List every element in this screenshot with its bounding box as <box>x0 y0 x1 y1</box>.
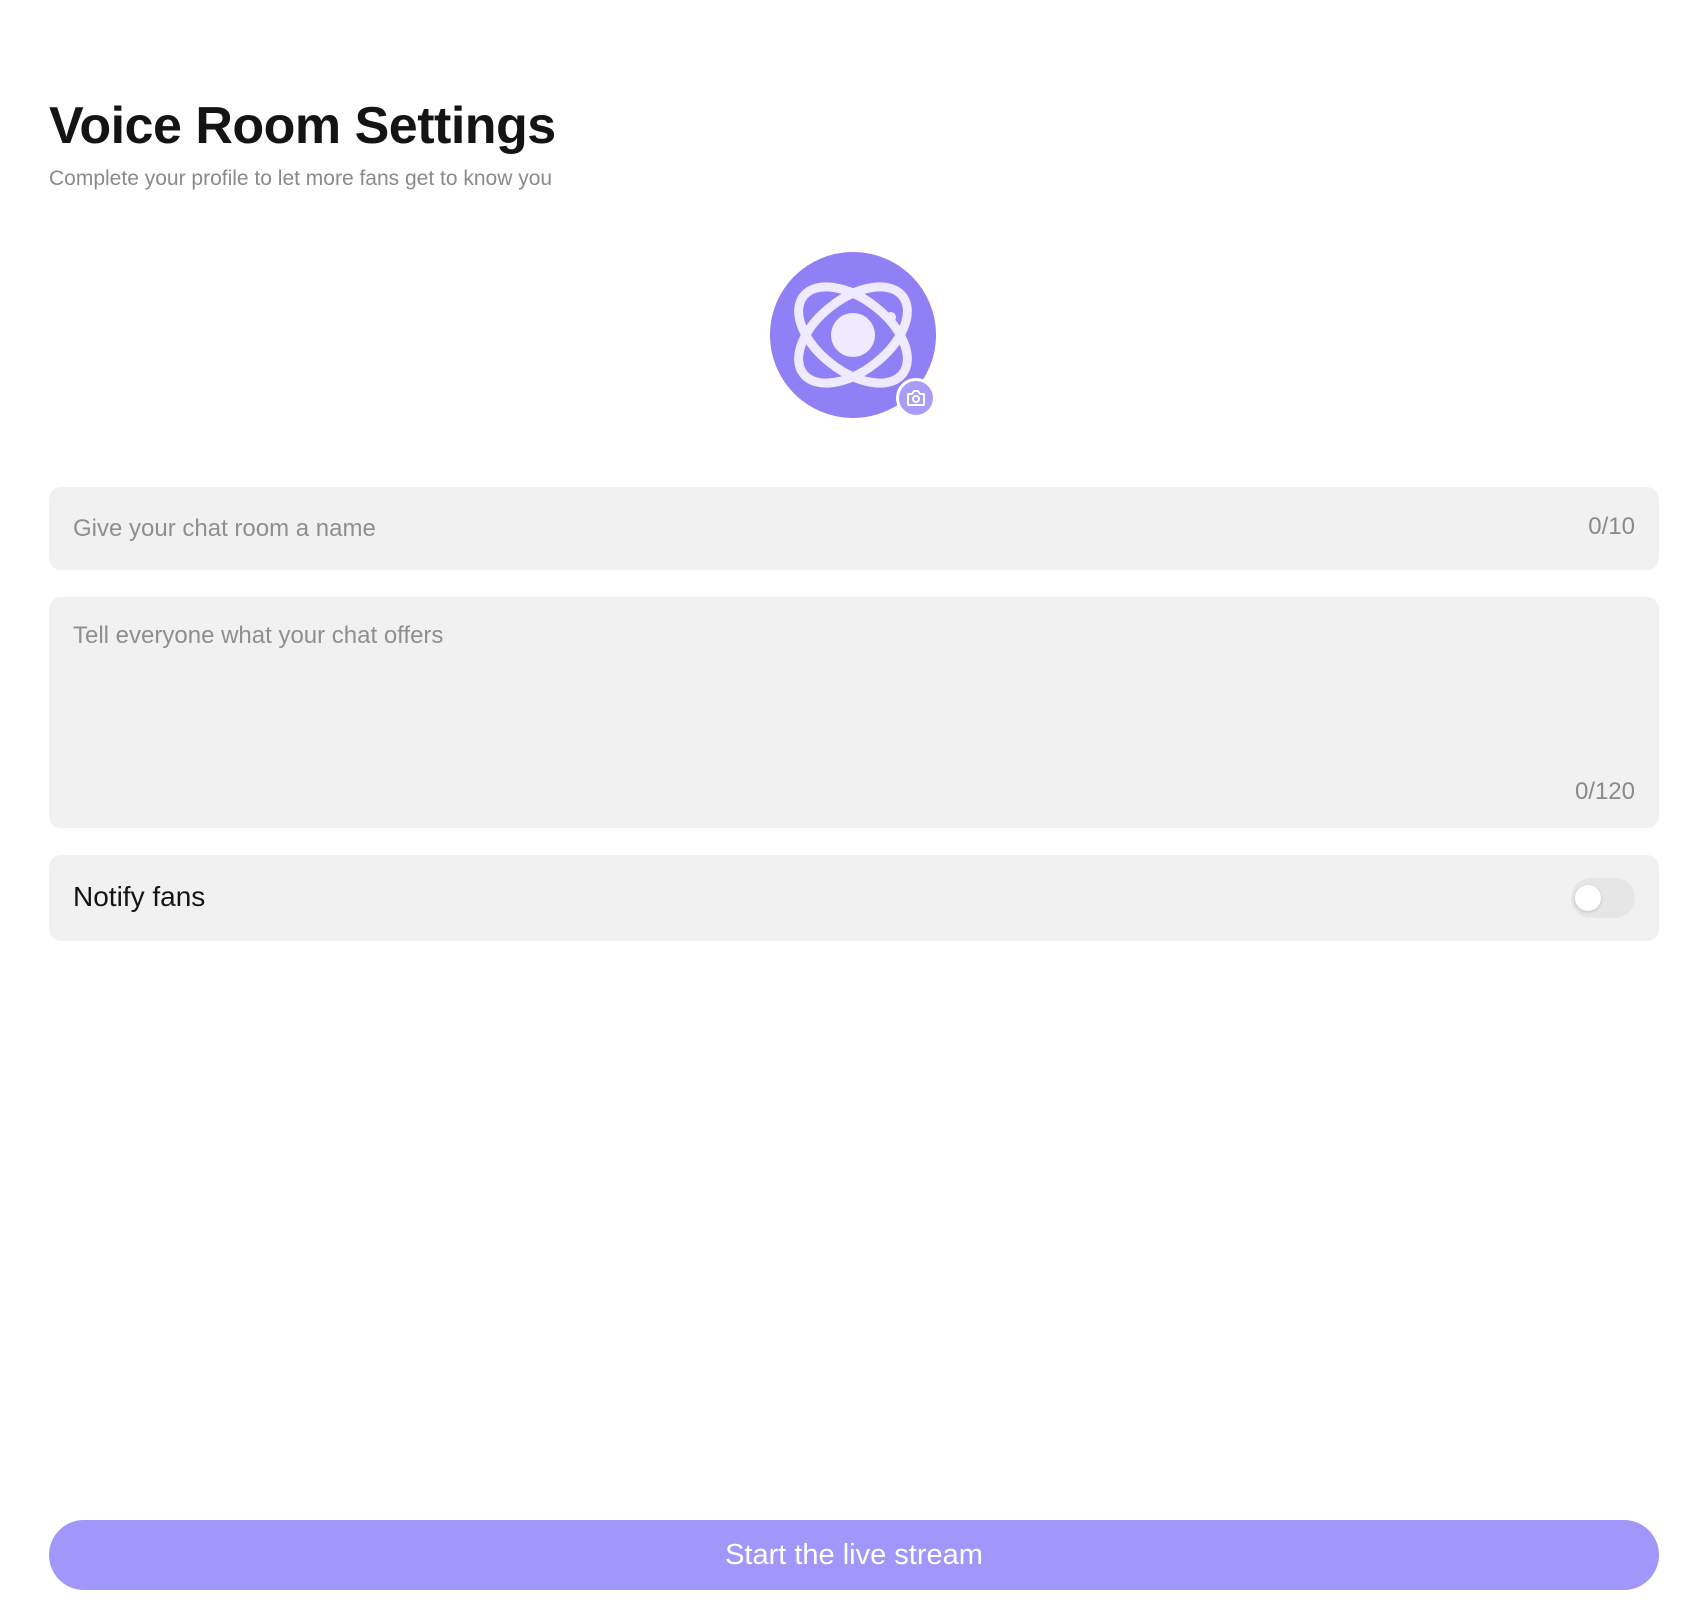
notify-fans-label: Notify fans <box>73 881 206 912</box>
room-description-field: 0/120 <box>49 597 1659 828</box>
notify-fans-row: Notify fans <box>49 855 1659 941</box>
room-description-input[interactable] <box>73 619 1633 759</box>
room-name-counter: 0/10 <box>1588 513 1635 540</box>
page-title: Voice Room Settings <box>49 97 556 155</box>
room-description-counter: 0/120 <box>1574 778 1635 805</box>
room-name-field: 0/10 <box>49 487 1659 570</box>
voice-room-settings-page: Voice Room Settings Complete your profil… <box>0 0 1703 1615</box>
room-name-input[interactable] <box>73 487 1553 570</box>
avatar-upload[interactable] <box>770 252 936 418</box>
toggle-knob <box>1575 885 1601 911</box>
page-subtitle: Complete your profile to let more fans g… <box>49 167 553 190</box>
notify-fans-toggle[interactable] <box>1571 878 1635 918</box>
start-live-stream-button[interactable]: Start the live stream <box>49 1520 1659 1590</box>
camera-icon[interactable] <box>896 378 936 418</box>
